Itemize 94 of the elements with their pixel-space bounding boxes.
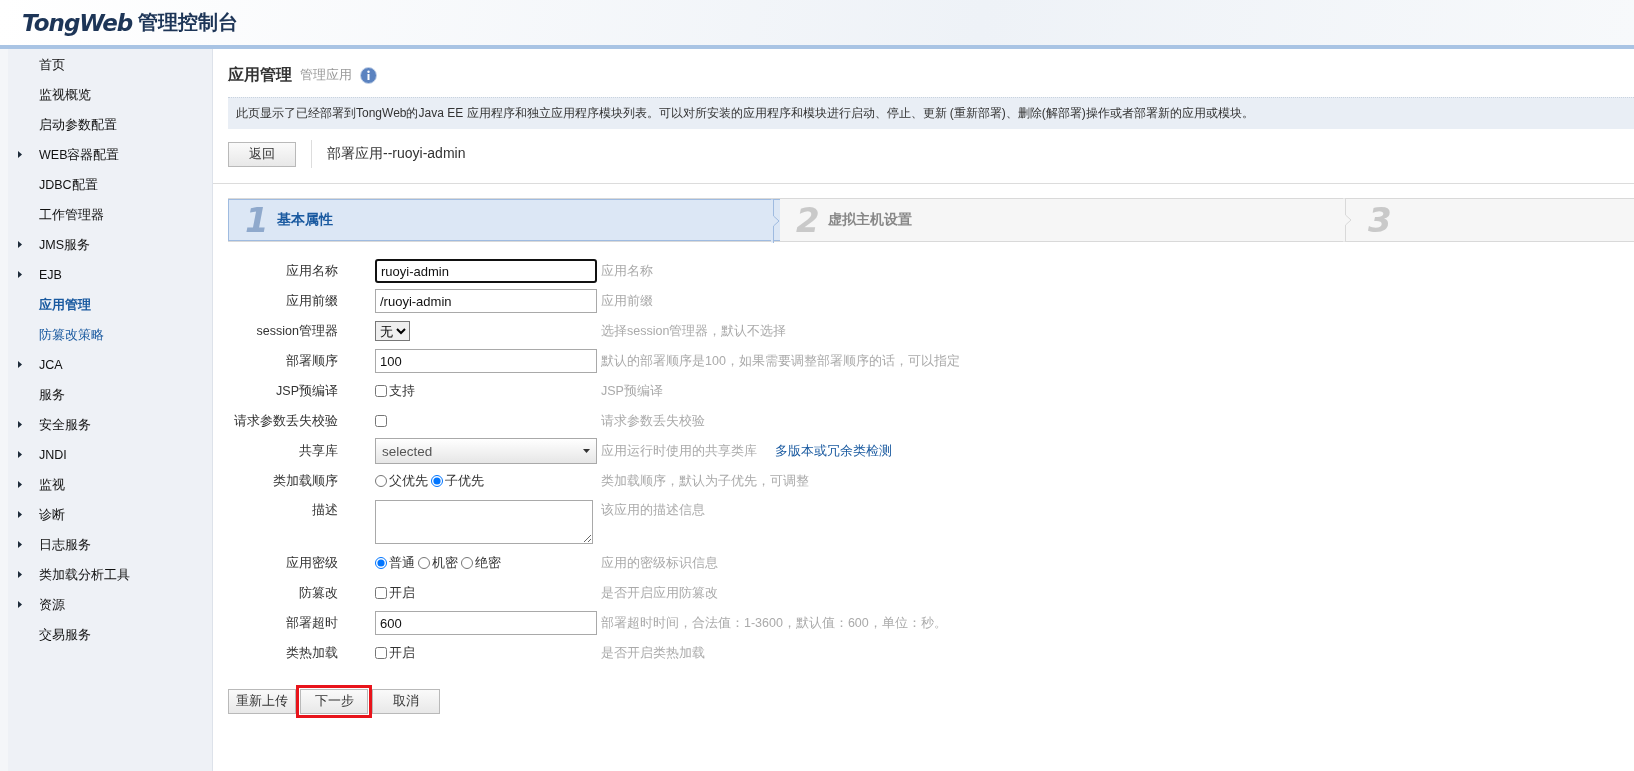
checkbox[interactable]: [375, 587, 387, 599]
field-hint: 应用名称: [601, 262, 653, 280]
checkbox-label[interactable]: 开启: [389, 584, 415, 602]
radio-button[interactable]: [375, 557, 387, 569]
select-field[interactable]: 无: [375, 321, 410, 341]
description-bar: 此页显示了已经部署到TongWeb的Java EE 应用程序和独立应用程序模块列表。可以对所安装的应用程序和模块进行启动、停止、更新 (重新部署)、删除(解部署)操作或者部署新的应用或模块。: [228, 97, 1634, 129]
field-hint: 应用前缀: [601, 292, 653, 310]
input-field[interactable]: ruoyi-admin: [375, 259, 597, 283]
form-button[interactable]: 重新上传: [228, 689, 296, 714]
radio-button[interactable]: [375, 475, 387, 487]
back-button[interactable]: 返回: [228, 141, 296, 167]
logo: TongWeb: [22, 9, 133, 36]
field-label: 类热加载: [285, 644, 339, 662]
sidebar-item[interactable]: 监视: [8, 470, 212, 500]
field-hint: 部署超时时间，合法值：1-3600，默认值：600，单位：秒。: [601, 614, 947, 632]
field-hint: 应用的密级标识信息: [601, 554, 718, 572]
sidebar-item[interactable]: 诊断: [8, 500, 212, 530]
field-hint: 请求参数丢失校验: [601, 412, 705, 430]
expand-arrow-icon[interactable]: [18, 601, 22, 608]
sidebar-item[interactable]: 类加载分析工具: [8, 560, 212, 590]
sidebar-item[interactable]: WEB容器配置: [8, 140, 212, 170]
expand-arrow-icon[interactable]: [18, 451, 22, 458]
radio-button[interactable]: [418, 557, 430, 569]
field-hint: JSP预编译: [601, 382, 663, 400]
input-field[interactable]: 100: [375, 349, 597, 373]
info-icon[interactable]: [360, 66, 377, 84]
expand-arrow-icon[interactable]: [18, 571, 22, 578]
sidebar-item[interactable]: 防篡改策略: [8, 320, 212, 350]
field-label: JSP预编译: [275, 382, 339, 400]
field-label: 部署超时: [285, 614, 339, 632]
page-subtitle: 管理应用: [300, 66, 352, 84]
field-hint: 是否开启类热加载: [601, 644, 705, 662]
field-label: 类加载顺序: [272, 472, 339, 490]
radio-label[interactable]: 普通: [389, 554, 415, 572]
dropdown-field[interactable]: selected: [375, 438, 597, 464]
checkbox-label[interactable]: 支持: [389, 382, 415, 400]
field-label: 描述: [311, 502, 339, 519]
sidebar-item[interactable]: 日志服务: [8, 530, 212, 560]
field-hint: 应用运行时使用的共享类库: [601, 442, 757, 460]
input-field[interactable]: 600: [375, 611, 597, 635]
radio-label[interactable]: 父优先: [389, 472, 428, 490]
expand-arrow-icon[interactable]: [18, 541, 22, 548]
field-hint: 类加载顺序，默认为子优先，可调整: [601, 472, 809, 490]
step-chevron-icon: [771, 199, 780, 243]
form-button[interactable]: 取消: [372, 689, 440, 714]
expand-arrow-icon[interactable]: [18, 241, 22, 248]
radio-label[interactable]: 子优先: [445, 472, 484, 490]
sidebar-item[interactable]: 监视概览: [8, 80, 212, 110]
checkbox[interactable]: [375, 415, 387, 427]
expand-arrow-icon[interactable]: [18, 511, 22, 518]
console-title: 管理控制台: [138, 10, 239, 35]
wizard-step[interactable]: 1 基本属性: [228, 199, 780, 241]
sidebar-item[interactable]: 交易服务: [8, 620, 212, 650]
sidebar-item[interactable]: 首页: [8, 50, 212, 80]
field-label: session管理器: [255, 322, 339, 340]
expand-arrow-icon[interactable]: [18, 151, 22, 158]
input-field[interactable]: /ruoyi-admin: [375, 289, 597, 313]
expand-arrow-icon[interactable]: [18, 421, 22, 428]
caret-icon: [583, 449, 590, 453]
page-title: 应用管理: [228, 64, 292, 85]
field-hint: 选择session管理器，默认不选择: [601, 322, 787, 340]
sidebar-item[interactable]: JCA: [8, 350, 212, 380]
sidebar-item[interactable]: EJB: [8, 260, 212, 290]
expand-arrow-icon[interactable]: [18, 361, 22, 368]
sidebar-item[interactable]: 启动参数配置: [8, 110, 212, 140]
field-label: 部署顺序: [285, 352, 339, 370]
checkbox[interactable]: [375, 385, 387, 397]
sidebar-item[interactable]: 资源: [8, 590, 212, 620]
field-label: 防篡改: [298, 584, 339, 602]
sidebar-item[interactable]: JMS服务: [8, 230, 212, 260]
field-hint: 是否开启应用防篡改: [601, 584, 718, 602]
field-label: 共享库: [298, 442, 339, 460]
checkbox[interactable]: [375, 647, 387, 659]
link[interactable]: 多版本或冗余类检测: [775, 442, 892, 460]
expand-arrow-icon[interactable]: [18, 481, 22, 488]
sidebar-item[interactable]: 安全服务: [8, 410, 212, 440]
checkbox-label[interactable]: 开启: [389, 644, 415, 662]
sidebar-item[interactable]: 工作管理器: [8, 200, 212, 230]
deploy-title: 部署应用--ruoyi-admin: [327, 145, 466, 163]
sidebar-item[interactable]: 应用管理: [8, 290, 212, 320]
radio-label[interactable]: 绝密: [475, 554, 501, 572]
field-label: 应用前缀: [285, 292, 339, 310]
radio-label[interactable]: 机密: [432, 554, 458, 572]
sidebar-item[interactable]: JDBC配置: [8, 170, 212, 200]
field-label: 应用名称: [285, 262, 339, 280]
field-label: 请求参数丢失校验: [233, 412, 339, 430]
expand-arrow-icon[interactable]: [18, 271, 22, 278]
field-hint: 默认的部署顺序是100，如果需要调整部署顺序的话，可以指定: [601, 352, 960, 370]
sidebar-item[interactable]: 服务: [8, 380, 212, 410]
field-label: 应用密级: [285, 554, 339, 572]
radio-button[interactable]: [461, 557, 473, 569]
field-hint: 该应用的描述信息: [601, 502, 705, 519]
sidebar-item[interactable]: JNDI: [8, 440, 212, 470]
radio-button[interactable]: [431, 475, 443, 487]
